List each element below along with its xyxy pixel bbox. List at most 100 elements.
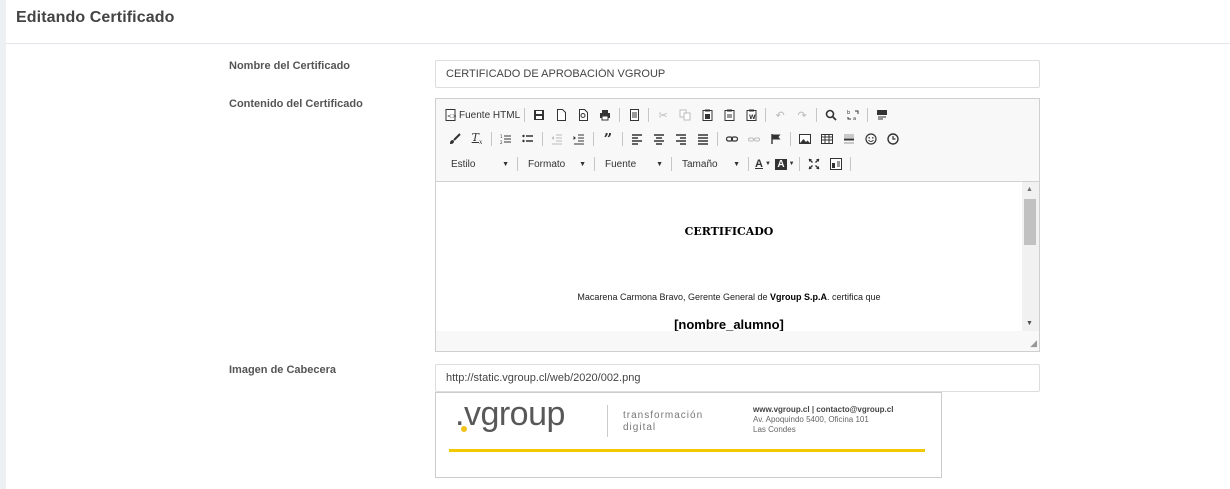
logo-tagline: transformación digital (623, 410, 703, 434)
resize-handle[interactable]: ◢ (1030, 338, 1037, 349)
save-button[interactable] (528, 105, 550, 125)
print-icon (600, 110, 611, 121)
new-page-button[interactable] (550, 105, 572, 125)
align-right-icon (676, 134, 686, 145)
scroll-down-arrow[interactable]: ▼ (1026, 320, 1033, 327)
font-select-label: Fuente (605, 158, 637, 170)
size-select[interactable]: Tamaño ▼ (675, 155, 745, 173)
align-right-button[interactable] (670, 129, 692, 149)
search-icon (825, 109, 837, 121)
unlink-button[interactable] (743, 129, 765, 149)
contact-info: www.vgroup.cl | contacto@vgroup.cl Av. A… (753, 405, 893, 435)
templates-button[interactable] (623, 105, 645, 125)
size-select-label: Tamaño (682, 158, 718, 170)
svg-text:1: 1 (500, 134, 503, 139)
toolbar-separator (593, 132, 594, 146)
save-icon (534, 110, 545, 120)
link-button[interactable] (721, 129, 743, 149)
font-select[interactable]: Fuente ▼ (598, 155, 668, 173)
contact-line-1: www.vgroup.cl | contacto@vgroup.cl (753, 405, 894, 414)
align-center-icon (654, 134, 664, 145)
undo-icon: ↶ (775, 109, 785, 122)
indent-icon (573, 134, 584, 145)
chevron-down-icon: ▼ (579, 160, 586, 168)
editor-toolbar: <> Fuente HTML ✂ W ↶ ↷ ba Tx 1 2 ” Estil… (436, 99, 1039, 182)
toolbar-separator (748, 157, 749, 171)
toolbar-separator (491, 132, 492, 146)
show-blocks-button[interactable] (825, 154, 847, 174)
table-icon (821, 134, 833, 144)
bulleted-list-icon (522, 134, 533, 143)
outdent-button[interactable] (546, 129, 568, 149)
spell-check-button[interactable] (871, 105, 893, 125)
toolbar-separator (867, 108, 869, 122)
image-icon (799, 134, 811, 144)
templates-icon (629, 109, 639, 121)
maximize-icon (808, 158, 820, 170)
table-button[interactable] (816, 129, 838, 149)
paste-text-icon (724, 109, 735, 121)
preview-icon (578, 109, 588, 121)
header-image-url-input[interactable] (435, 364, 1040, 392)
find-button[interactable] (820, 105, 842, 125)
paste-text-button[interactable] (718, 105, 740, 125)
cut-button[interactable]: ✂ (652, 105, 674, 125)
editor-content[interactable]: CERTIFICADO Macarena Carmona Bravo, Gere… (436, 182, 1039, 331)
scrollbar-thumb[interactable] (1024, 199, 1036, 245)
source-html-button[interactable]: <> Fuente HTML (444, 105, 521, 125)
horizontal-line-button[interactable] (838, 129, 860, 149)
copy-button[interactable] (674, 105, 696, 125)
clock-icon (887, 133, 899, 145)
tagline-line-2: digital (623, 422, 657, 433)
paste-icon (702, 109, 713, 121)
background-color-button[interactable]: A ▼ (774, 154, 796, 174)
remove-format-button[interactable]: Tx (466, 129, 488, 149)
replace-icon: ba (847, 110, 859, 121)
toolbar-separator (542, 132, 543, 146)
align-left-button[interactable] (626, 129, 648, 149)
align-justify-button[interactable] (692, 129, 714, 149)
toolbar-separator (648, 108, 650, 122)
blockquote-button[interactable]: ” (597, 129, 619, 149)
preview-button[interactable] (572, 105, 594, 125)
page-header: Editando Certificado (6, 0, 1230, 44)
print-button[interactable] (594, 105, 616, 125)
quote-icon: ” (603, 130, 613, 148)
paste-word-icon: W (746, 109, 757, 121)
copy-format-button[interactable] (444, 129, 466, 149)
align-justify-icon (698, 134, 708, 145)
smiley-button[interactable] (860, 129, 882, 149)
paste-word-button[interactable]: W (740, 105, 762, 125)
left-edge-strip (0, 0, 6, 489)
numbered-list-button[interactable]: 12 (495, 129, 517, 149)
source-html-label: Fuente HTML (459, 109, 521, 121)
chevron-down-icon: ▼ (656, 160, 663, 168)
align-center-button[interactable] (648, 129, 670, 149)
redo-button[interactable]: ↷ (791, 105, 813, 125)
source-icon: <> (445, 109, 456, 121)
anchor-button[interactable] (765, 129, 787, 149)
clock-button[interactable] (882, 129, 904, 149)
certificate-name-input[interactable] (435, 60, 1040, 88)
image-button[interactable] (794, 129, 816, 149)
statement-company: Vgroup S.p.A (770, 292, 828, 302)
yellow-rule (449, 449, 925, 452)
style-select[interactable]: Estilo ▼ (444, 155, 514, 173)
undo-button[interactable]: ↶ (769, 105, 791, 125)
toolbar-separator (619, 108, 621, 122)
paste-button[interactable] (696, 105, 718, 125)
toolbar-separator (594, 157, 595, 171)
student-name-placeholder: [nombre_alumno] (674, 317, 784, 331)
text-color-button[interactable]: A ▼ (752, 154, 774, 174)
format-select[interactable]: Formato ▼ (521, 155, 591, 173)
maximize-button[interactable] (803, 154, 825, 174)
svg-text:W: W (749, 114, 756, 121)
bulleted-list-button[interactable] (517, 129, 539, 149)
toolbar-separator (717, 132, 718, 146)
indent-button[interactable] (568, 129, 590, 149)
scroll-up-arrow[interactable]: ▲ (1026, 186, 1033, 193)
chevron-down-icon: ▼ (765, 161, 771, 167)
editor-scrollbar[interactable]: ▲ ▼ (1022, 182, 1039, 331)
statement-suffix: . certifica que (827, 292, 881, 302)
replace-button[interactable]: ba (842, 105, 864, 125)
